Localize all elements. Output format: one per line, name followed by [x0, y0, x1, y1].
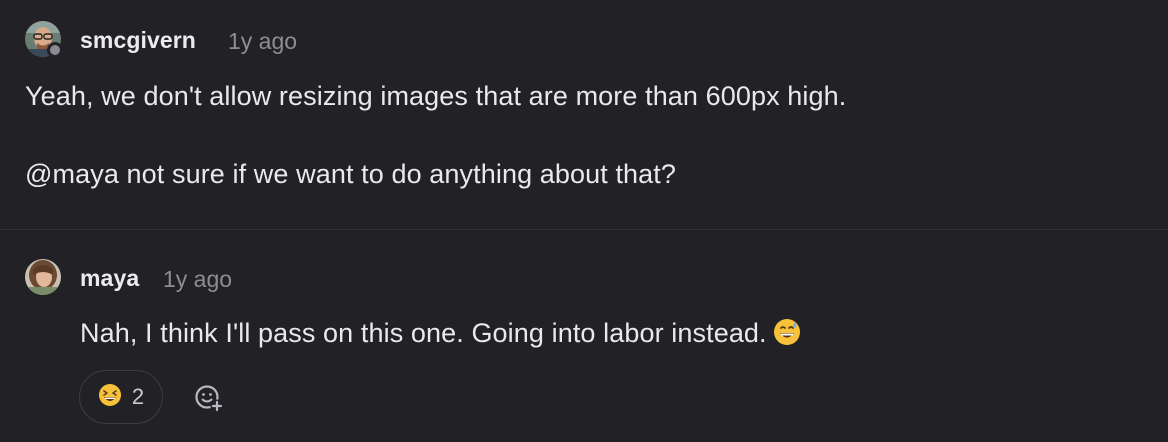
comment: smcgivern 1y ago Yeah, we don't allow re… [0, 0, 1168, 229]
add-reaction-button[interactable] [193, 382, 225, 414]
status-dot [47, 42, 63, 58]
user-avatar-icon [25, 259, 61, 295]
comment: maya 1y ago Nah, I think I'll pass on th… [0, 230, 1168, 442]
user-mention[interactable]: @maya [25, 159, 119, 189]
author-name[interactable]: maya [80, 265, 139, 292]
comment-text-line: Nah, I think I'll pass on this one. Goin… [80, 318, 801, 353]
comment-text: Yeah, we don't allow resizing images tha… [25, 81, 847, 111]
comment-text-line: Yeah, we don't allow resizing images tha… [25, 81, 846, 112]
author-name[interactable]: smcgivern [80, 27, 196, 54]
timestamp[interactable]: 1y ago [163, 266, 232, 293]
comment-thread: smcgivern 1y ago Yeah, we don't allow re… [0, 0, 1168, 442]
avatar[interactable] [25, 21, 63, 58]
comment-text: not sure if we want to do anything about… [118, 159, 677, 189]
grinning-face-with-sweat-emoji [773, 318, 801, 353]
comment-text: Nah, I think I'll pass on this one. Goin… [80, 318, 767, 348]
timestamp[interactable]: 1y ago [228, 28, 297, 55]
add-reaction-icon [195, 385, 224, 413]
reaction-button[interactable]: 2 [79, 370, 163, 424]
avatar[interactable] [25, 259, 61, 295]
comment-text-line: @maya not sure if we want to do anything… [25, 159, 676, 190]
laughing-face-emoji [98, 383, 122, 412]
reaction-count: 2 [131, 384, 145, 409]
